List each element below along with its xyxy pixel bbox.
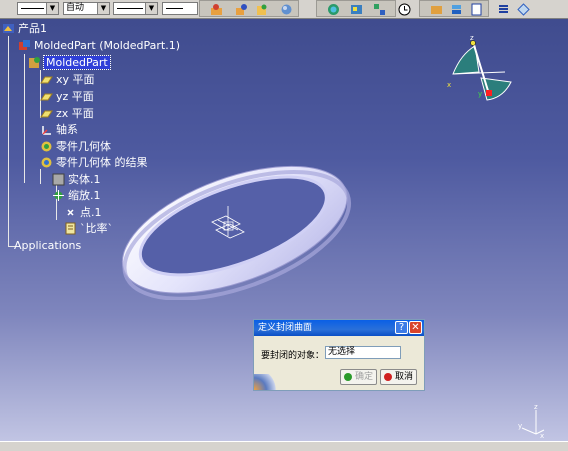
paint-icon[interactable] [210, 3, 223, 16]
cancel-icon [384, 373, 392, 381]
tree-node-geometric-set[interactable]: 零件几何体 [40, 139, 111, 154]
plane-icon [40, 93, 53, 101]
help-button[interactable]: ? [395, 321, 408, 334]
chevron-down-icon: ▼ [46, 3, 58, 14]
list-icon[interactable] [497, 3, 510, 16]
tree-node-yz-plane[interactable]: yz 平面 [40, 89, 94, 104]
tree-node-solid[interactable]: 实体.1 [52, 172, 101, 187]
line-type-dropdown[interactable] [162, 2, 198, 15]
plane-icon [40, 76, 53, 84]
gear-icon [41, 157, 52, 168]
solid-icon [52, 173, 65, 186]
tree-connector [24, 54, 25, 183]
compass-x-label: x [447, 81, 451, 89]
line-style-dropdown[interactable]: ▼ [17, 2, 59, 15]
axis-y-label: y [518, 422, 522, 430]
ok-button[interactable]: 确定 [340, 369, 377, 385]
compass-widget[interactable]: z x y [445, 36, 520, 108]
point-icon [67, 209, 74, 216]
tree-node-part[interactable]: MoldedPart (MoldedPart.1) [18, 38, 180, 53]
part-axis-system [211, 206, 245, 239]
toolbar: ▼ 自动 ▼ ▼ [0, 0, 568, 19]
body-icon [29, 57, 40, 68]
plane-icon [40, 110, 53, 118]
sphere-icon[interactable] [280, 3, 293, 16]
cancel-button[interactable]: 取消 [380, 369, 417, 385]
dialog-decoration [254, 374, 280, 390]
tree-connector [40, 169, 41, 184]
tree-connector [8, 36, 9, 246]
object-to-close-label: 要封闭的对象： [261, 351, 325, 361]
parameter-icon [65, 222, 76, 235]
toolbar-group-view [419, 0, 489, 17]
ok-icon [344, 373, 352, 381]
layers-icon[interactable] [450, 3, 463, 16]
compass-red-handle[interactable] [486, 90, 492, 96]
selected-item: MoldedPart [43, 55, 111, 70]
network-icon[interactable] [373, 3, 386, 16]
line-weight-dropdown[interactable]: ▼ [113, 2, 158, 15]
copy-format-icon[interactable] [255, 3, 268, 16]
tree-node-point[interactable]: 点.1 [64, 205, 102, 220]
globe-icon[interactable] [327, 3, 340, 16]
tree-node-applications[interactable]: Applications [14, 238, 81, 253]
properties-icon[interactable] [470, 3, 483, 16]
render-icon[interactable] [430, 3, 443, 16]
chevron-down-icon: ▼ [145, 3, 157, 14]
axis-x-label: x [540, 432, 544, 438]
line-weight-preview [117, 8, 143, 9]
toolbar-group-tools [199, 0, 299, 17]
line-style-preview [21, 8, 44, 9]
scaling-icon [53, 190, 64, 201]
compass-y-label: y [478, 90, 482, 98]
toolbar-group-analysis [316, 0, 396, 17]
part-icon [19, 40, 30, 50]
tree-node-product[interactable]: 产品1 [2, 21, 47, 36]
object-to-close-field[interactable]: 无选择 [325, 346, 401, 359]
dialog-titlebar[interactable]: 定义封闭曲面 ? ✕ [254, 320, 424, 336]
axis-system-icon [42, 126, 51, 135]
define-closed-surface-dialog: 定义封闭曲面 ? ✕ 要封闭的对象： 无选择 确定 取消 [253, 319, 425, 391]
gear-icon [41, 141, 52, 152]
brush-icon[interactable] [235, 3, 248, 16]
clock-icon[interactable] [398, 3, 411, 16]
close-button[interactable]: ✕ [409, 321, 422, 334]
compass-z-label: z [470, 36, 474, 42]
tree-node-zx-plane[interactable]: zx 平面 [40, 106, 94, 121]
chevron-down-icon: ▼ [97, 3, 109, 14]
color-dropdown[interactable]: 自动 ▼ [63, 2, 110, 15]
diamond-icon[interactable] [517, 3, 530, 16]
tree-node-ratio[interactable]: `比率` [64, 221, 113, 236]
view-axis-indicator: z y x [518, 404, 545, 438]
tree-node-axis-system[interactable]: 轴系 [40, 122, 78, 137]
tree-node-xy-plane[interactable]: xy 平面 [40, 72, 95, 87]
product-icon [3, 24, 14, 33]
analysis-icon[interactable] [350, 3, 363, 16]
axis-z-label: z [534, 404, 538, 411]
line-type-preview [166, 8, 183, 9]
tree-node-scaling[interactable]: 缩放.1 [52, 188, 101, 203]
tree-node-part-body[interactable]: MoldedPart [28, 55, 111, 70]
